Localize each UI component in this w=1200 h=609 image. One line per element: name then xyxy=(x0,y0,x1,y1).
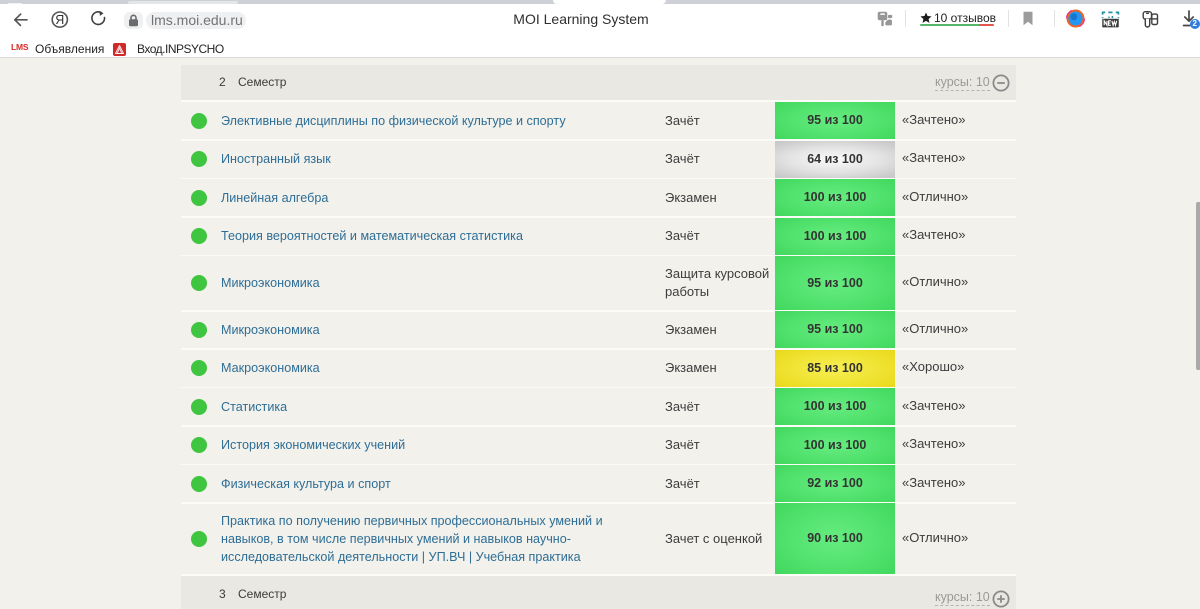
svg-text:Я: Я xyxy=(55,13,64,27)
